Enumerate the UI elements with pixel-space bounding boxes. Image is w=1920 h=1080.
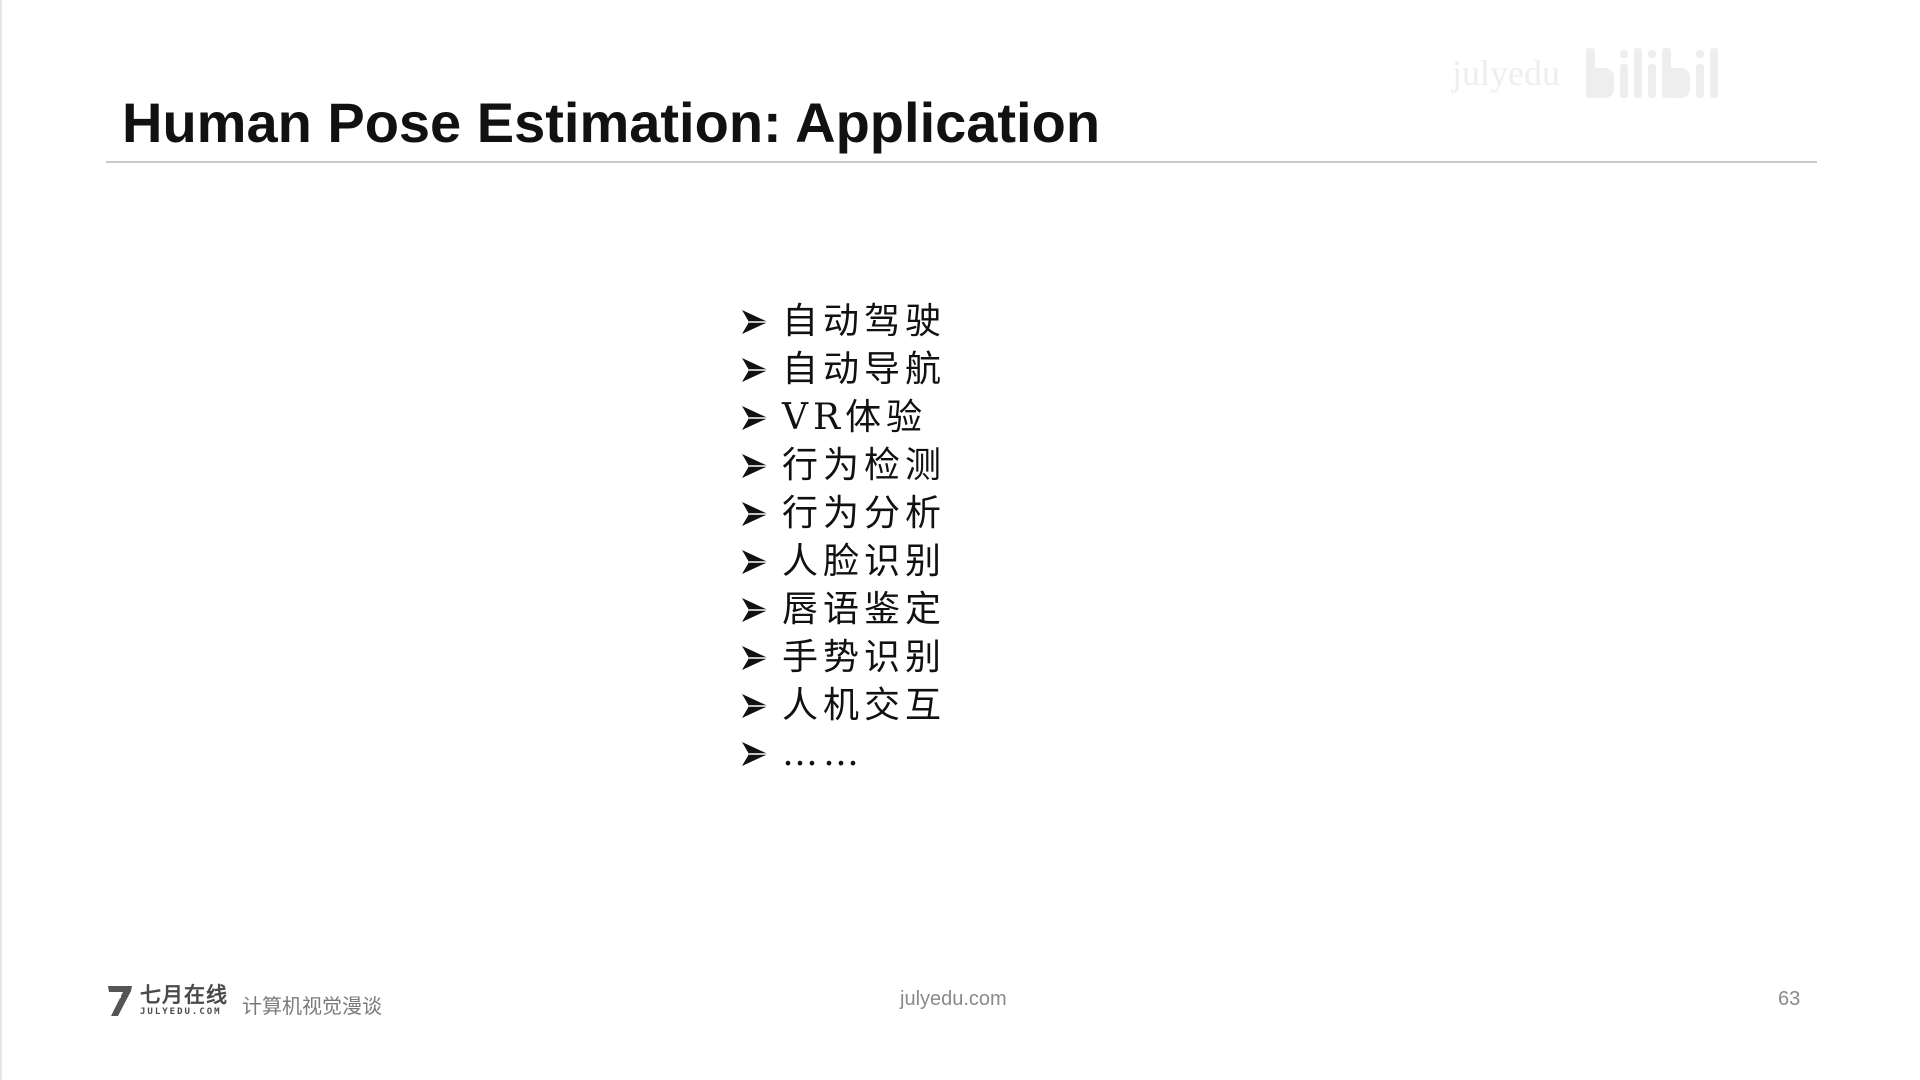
bullet-text: 人脸识别 [782, 541, 947, 582]
bullet-text: VR体验 [782, 397, 928, 438]
arrow-bullet-icon [742, 550, 768, 574]
footer-brand: 七月在线 JULYEDU.COM 计算机视觉漫谈 [106, 978, 382, 1022]
bullet-text: 人机交互 [782, 685, 947, 726]
slide: julyedu Human Pose Estimation: Applicati… [0, 0, 1920, 1080]
bullet-text: 行为检测 [782, 445, 947, 486]
bilibili-logo-icon [1585, 48, 1718, 98]
footer-url: julyedu.com [900, 988, 1007, 1010]
bullet-item: …… [740, 730, 946, 778]
arrow-bullet-icon [742, 454, 768, 478]
title-divider [106, 161, 1817, 163]
course-name: 计算机视觉漫谈 [242, 993, 382, 1018]
brand-name: 七月在线 [140, 982, 228, 1007]
bullet-item: 自动导航 [740, 346, 946, 394]
bullet-text: 自动导航 [782, 349, 947, 390]
bullet-item: 手势识别 [740, 634, 946, 682]
bullet-text: 行为分析 [782, 493, 947, 534]
arrow-bullet-icon [742, 598, 768, 622]
bullet-item: 行为分析 [740, 490, 946, 538]
bullet-item: 自动驾驶 [740, 298, 946, 346]
arrow-bullet-icon [742, 742, 768, 766]
arrow-bullet-icon [742, 502, 768, 526]
bullet-text: …… [782, 733, 864, 774]
bullet-list: 自动驾驶 自动导航 VR体验 行为检测 行为分析 人脸识别 唇语鉴定 手势识别 [740, 298, 946, 778]
arrow-bullet-icon [742, 358, 768, 382]
bullet-item: VR体验 [740, 394, 946, 442]
slide-title: Human Pose Estimation: Application [122, 91, 1101, 154]
bullet-item: 唇语鉴定 [740, 586, 946, 634]
seven-logo-icon [108, 986, 132, 1016]
brand-block: 七月在线 JULYEDU.COM [140, 982, 228, 1017]
arrow-bullet-icon [742, 646, 768, 670]
watermark: julyedu [1452, 38, 1892, 108]
bullet-text: 唇语鉴定 [782, 589, 947, 630]
bullet-item: 行为检测 [740, 442, 946, 490]
page-number: 63 [1778, 988, 1801, 1010]
arrow-bullet-icon [742, 310, 768, 334]
bullet-text: 自动驾驶 [782, 301, 947, 342]
bullet-text: 手势识别 [782, 637, 947, 678]
slide-left-edge [0, 0, 2, 1080]
brand-domain: JULYEDU.COM [140, 1006, 222, 1017]
arrow-bullet-icon [742, 694, 768, 718]
bullet-item: 人机交互 [740, 682, 946, 730]
bullet-item: 人脸识别 [740, 538, 946, 586]
watermark-text: julyedu [1452, 53, 1560, 93]
arrow-bullet-icon [742, 406, 768, 430]
